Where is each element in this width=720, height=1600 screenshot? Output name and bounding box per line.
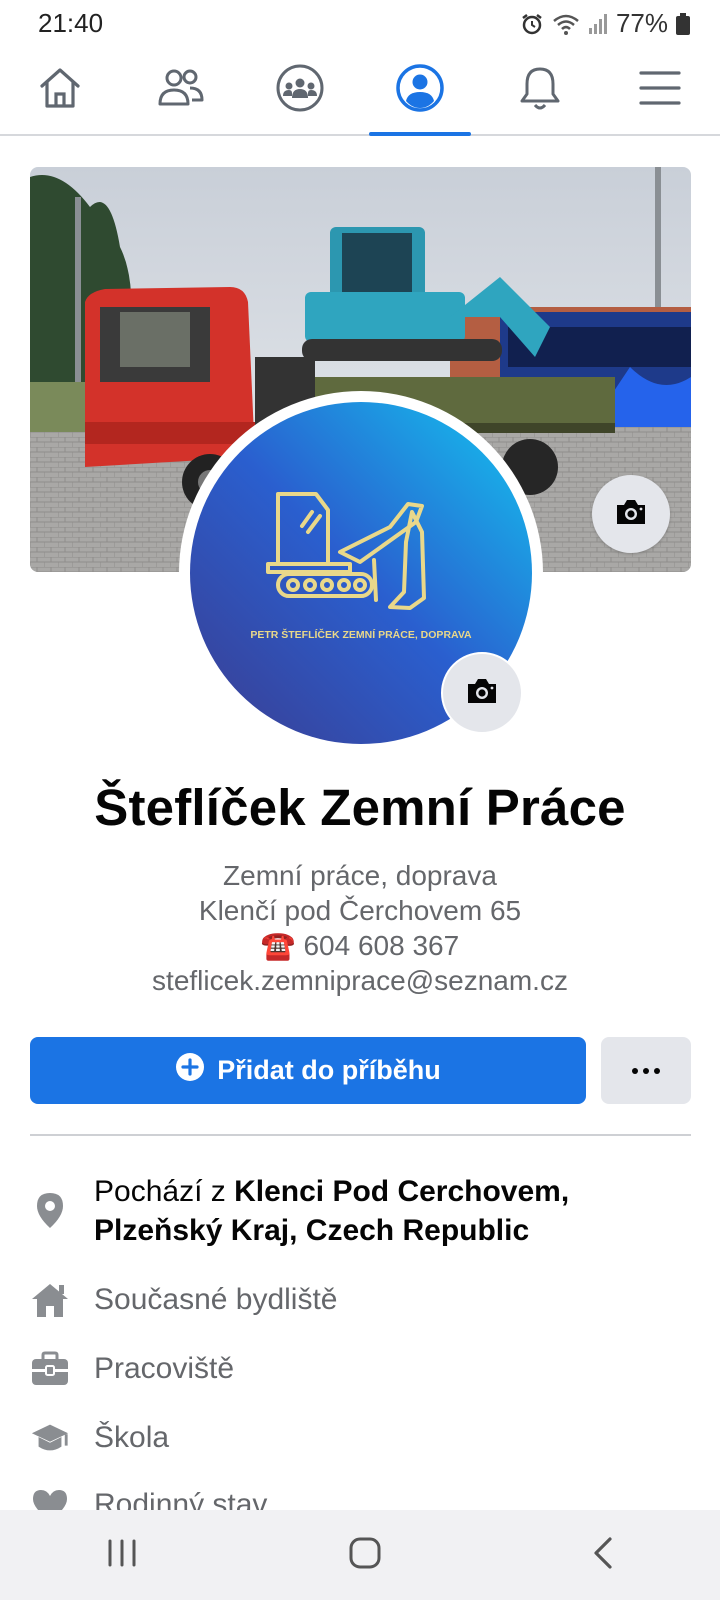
detail-hometown: Pochází z Klenci Pod Cerchovem, Plzeňský… xyxy=(30,1172,690,1250)
status-time: 21:40 xyxy=(38,8,104,38)
bell-icon xyxy=(517,64,563,117)
recent-apps-icon[interactable] xyxy=(105,1538,139,1573)
battery-level: 77% xyxy=(615,8,668,38)
bio-line-services: Zemní práce, doprava xyxy=(223,860,497,891)
hamburger-menu-icon xyxy=(638,68,682,113)
hometown-prefix: Pochází z xyxy=(94,1175,235,1208)
briefcase-icon xyxy=(30,1349,70,1389)
camera-icon xyxy=(465,676,499,711)
bio-line-email: steflicek.zemniprace@seznam.cz xyxy=(152,965,568,996)
friends-icon xyxy=(154,64,206,117)
nav-menu-tab[interactable] xyxy=(605,46,715,134)
workplace-label: Pracoviště xyxy=(94,1352,235,1385)
back-icon[interactable] xyxy=(591,1536,615,1575)
profile-icon xyxy=(395,63,445,118)
graduation-cap-icon xyxy=(30,1418,70,1458)
nav-home-tab[interactable] xyxy=(5,46,115,134)
more-dots-icon xyxy=(631,1062,661,1080)
nav-groups-tab[interactable] xyxy=(245,46,355,134)
bio-line-phone: ☎️ 604 608 367 xyxy=(0,928,720,963)
bio-phone-number: 604 608 367 xyxy=(303,930,460,961)
add-to-story-label: Přidat do příběhu xyxy=(217,1055,441,1085)
avatar-logo-text: PETR ŠTEFLÍČEK ZEMNÍ PRÁCE, DOPRAVA xyxy=(250,628,472,641)
edit-cover-photo-button[interactable] xyxy=(592,475,670,553)
camera-icon xyxy=(614,497,648,532)
house-icon xyxy=(30,1280,70,1320)
home-button-icon[interactable] xyxy=(348,1536,382,1575)
groups-icon xyxy=(275,63,325,118)
section-divider xyxy=(30,1134,691,1136)
more-options-button[interactable] xyxy=(601,1037,691,1104)
current-city-label: Současné bydliště xyxy=(94,1283,338,1316)
system-navigation-bar xyxy=(0,1510,720,1600)
bio-line-address: Klenčí pod Čerchovem 65 xyxy=(198,895,522,926)
nav-friends-tab[interactable] xyxy=(125,46,235,134)
nav-notifications-tab[interactable] xyxy=(485,46,595,134)
detail-school[interactable]: Škola xyxy=(30,1418,690,1458)
detail-workplace[interactable]: Pracoviště xyxy=(30,1349,690,1389)
top-navigation xyxy=(0,46,720,136)
profile-name: Šteflíček Zemní Práce xyxy=(94,779,626,836)
status-bar: 21:40 77% xyxy=(0,0,720,46)
edit-profile-picture-button[interactable] xyxy=(441,652,523,734)
alarm-icon xyxy=(520,12,544,36)
home-icon xyxy=(36,64,84,117)
profile-bio: Zemní práce, doprava Klenčí pod Čerchove… xyxy=(0,858,720,998)
telephone-icon: ☎️ xyxy=(260,930,296,961)
signal-icon xyxy=(588,13,608,35)
add-to-story-button[interactable]: Přidat do příběhu xyxy=(30,1037,586,1104)
location-pin-icon xyxy=(30,1190,70,1230)
battery-icon xyxy=(676,12,690,35)
plus-circle-icon xyxy=(175,1052,205,1089)
detail-current-city[interactable]: Současné bydliště xyxy=(30,1280,690,1320)
school-label: Škola xyxy=(94,1421,170,1454)
wifi-icon xyxy=(552,12,580,36)
nav-profile-tab[interactable] xyxy=(365,46,475,136)
